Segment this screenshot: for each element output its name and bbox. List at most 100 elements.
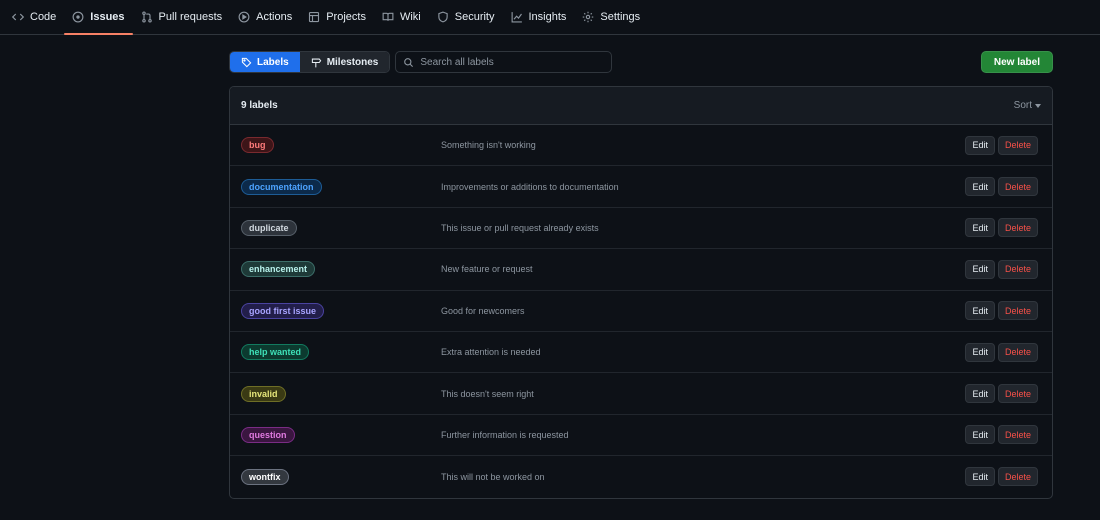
- delete-button[interactable]: Delete: [997, 135, 1038, 155]
- label-row: enhancement New feature or request Edit Del…: [230, 249, 1052, 291]
- labels-list-header: 9 labels Sort: [230, 87, 1052, 125]
- table-icon: [308, 11, 320, 23]
- label-cell: duplicate: [241, 219, 441, 236]
- tag-icon: [241, 57, 252, 67]
- label-cell: documentation: [241, 178, 441, 195]
- label-actions: Edit Delete: [965, 425, 1038, 445]
- label-cell: question: [241, 426, 441, 443]
- labels-rows: bug Something isn't working Edit Delete docu…: [230, 125, 1052, 498]
- edit-button[interactable]: Edit: [965, 177, 995, 197]
- nav-tab-wiki[interactable]: Wiki: [374, 0, 429, 34]
- label-actions: Edit Delete: [965, 218, 1038, 238]
- nav-tab-label: Code: [30, 11, 57, 23]
- caret-down-icon: [1035, 103, 1041, 108]
- label-row: invalid This doesn't seem right Edit Delete: [230, 373, 1052, 415]
- new-label-button[interactable]: New label: [980, 51, 1053, 73]
- label-actions: Edit Delete: [965, 342, 1038, 362]
- search-box: [395, 51, 613, 73]
- label-pill[interactable]: documentation: [241, 178, 322, 195]
- gear-icon: [582, 11, 594, 23]
- delete-button[interactable]: Delete: [997, 384, 1038, 404]
- label-row: bug Something isn't working Edit Delete: [230, 125, 1052, 167]
- label-row: duplicate This issue or pull request alre…: [230, 208, 1052, 250]
- label-pill[interactable]: invalid: [241, 385, 286, 402]
- milestones-tab-label: Milestones: [326, 56, 379, 68]
- shield-icon: [437, 11, 449, 23]
- label-row: documentation Improvements or additions t…: [230, 166, 1052, 208]
- nav-tab-label: Projects: [326, 11, 366, 23]
- nav-tab-label: Pull requests: [158, 11, 223, 23]
- delete-button[interactable]: Delete: [997, 177, 1038, 197]
- edit-button[interactable]: Edit: [965, 218, 995, 238]
- label-pill[interactable]: bug: [241, 137, 274, 154]
- label-actions: Edit Delete: [965, 177, 1038, 197]
- delete-button[interactable]: Delete: [997, 218, 1038, 238]
- delete-button[interactable]: Delete: [997, 301, 1038, 321]
- labels-toolbar: Labels Milestones New label: [229, 51, 1053, 73]
- labels-milestones-switch: Labels Milestones: [229, 51, 391, 73]
- labels-list: 9 labels Sort bug Something isn't working…: [229, 86, 1053, 499]
- label-description: This doesn't seem right: [441, 388, 534, 399]
- label-description: Improvements or additions to documentati…: [441, 181, 619, 192]
- nav-tab-actions[interactable]: Actions: [230, 0, 300, 34]
- repo-nav: Code Issues Pull requests Actions Projects Wi…: [0, 0, 1100, 35]
- label-actions: Edit Delete: [965, 135, 1038, 155]
- search-input[interactable]: [420, 56, 605, 68]
- nav-tab-projects[interactable]: Projects: [300, 0, 374, 34]
- edit-button[interactable]: Edit: [965, 467, 995, 487]
- edit-button[interactable]: Edit: [965, 259, 995, 279]
- nav-tab-label: Wiki: [399, 11, 421, 23]
- label-description: Further information is requested: [441, 429, 569, 440]
- label-row: question Further information is requested…: [230, 415, 1052, 457]
- label-description: Something isn't working: [441, 140, 536, 151]
- search-icon: [404, 57, 414, 67]
- label-cell: bug: [241, 137, 441, 154]
- edit-button[interactable]: Edit: [965, 301, 995, 321]
- nav-tab-label: Actions: [256, 11, 293, 23]
- delete-button[interactable]: Delete: [997, 259, 1038, 279]
- nav-tab-label: Issues: [90, 11, 125, 23]
- edit-button[interactable]: Edit: [965, 135, 995, 155]
- nav-tab-label: Insights: [528, 11, 567, 23]
- label-actions: Edit Delete: [965, 467, 1038, 487]
- label-pill[interactable]: question: [241, 426, 295, 443]
- play-icon: [238, 11, 250, 23]
- nav-tab-label: Settings: [600, 11, 641, 23]
- milestones-tab[interactable]: Milestones: [299, 52, 390, 72]
- labels-tab[interactable]: Labels: [230, 52, 300, 72]
- nav-tab-pull-requests[interactable]: Pull requests: [133, 0, 231, 34]
- nav-tab-issues[interactable]: Issues: [64, 0, 133, 35]
- label-cell: enhancement: [241, 261, 441, 278]
- label-pill[interactable]: help wanted: [241, 344, 310, 361]
- nav-tab-security[interactable]: Security: [429, 0, 503, 34]
- sort-dropdown[interactable]: Sort: [1014, 100, 1041, 111]
- label-row: help wanted Extra attention is needed Edit…: [230, 332, 1052, 374]
- label-row: good first issue Good for newcomers Edit De…: [230, 291, 1052, 332]
- delete-button[interactable]: Delete: [997, 467, 1038, 487]
- label-cell: help wanted: [241, 344, 441, 361]
- labels-tab-label: Labels: [257, 56, 289, 68]
- edit-button[interactable]: Edit: [965, 342, 995, 362]
- nav-tab-insights[interactable]: Insights: [503, 0, 575, 34]
- label-actions: Edit Delete: [965, 384, 1038, 404]
- pull-request-icon: [141, 11, 153, 23]
- label-description: This will not be worked on: [441, 471, 545, 482]
- labels-count: 9 labels: [241, 100, 278, 111]
- sort-label: Sort: [1013, 100, 1032, 111]
- label-description: Extra attention is needed: [441, 347, 541, 358]
- label-actions: Edit Delete: [965, 259, 1038, 279]
- label-pill[interactable]: duplicate: [241, 219, 297, 236]
- milestone-icon: [311, 58, 321, 67]
- label-pill[interactable]: wontfix: [241, 468, 289, 485]
- label-pill[interactable]: good first issue: [241, 302, 325, 319]
- nav-tab-settings[interactable]: Settings: [574, 0, 648, 34]
- edit-button[interactable]: Edit: [965, 384, 995, 404]
- delete-button[interactable]: Delete: [997, 342, 1038, 362]
- label-row: wontfix This will not be worked on Edit Del…: [230, 456, 1052, 497]
- nav-tab-code[interactable]: Code: [4, 0, 64, 34]
- code-icon: [12, 11, 24, 23]
- edit-button[interactable]: Edit: [965, 425, 995, 445]
- label-pill[interactable]: enhancement: [241, 261, 316, 278]
- delete-button[interactable]: Delete: [997, 425, 1038, 445]
- label-description: New feature or request: [441, 264, 533, 275]
